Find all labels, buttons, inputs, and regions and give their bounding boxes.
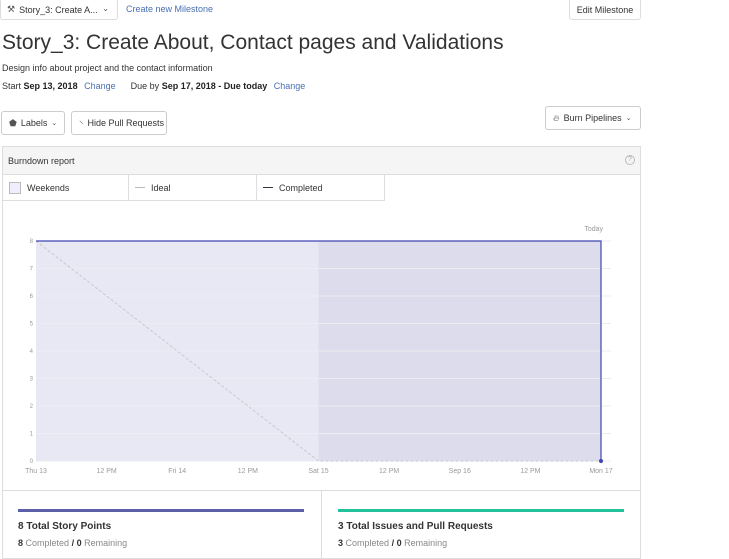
story-points-completed-count: 8 xyxy=(18,538,24,548)
issues-total: 3 Total Issues and Pull Requests xyxy=(338,521,493,532)
story-points-total: 8 Total Story Points xyxy=(18,521,112,532)
legend-completed-label: Completed xyxy=(279,182,323,193)
due-label: Due by xyxy=(130,81,160,91)
legend-ideal-label: Ideal xyxy=(151,182,171,193)
y-tick-label: 6 xyxy=(30,294,34,300)
legend-completed[interactable]: Completed xyxy=(257,174,385,201)
due-date: Sep 17, 2018 - Due today xyxy=(161,81,268,91)
chevron-down-icon: ⌄ xyxy=(625,115,632,122)
today-label: Today xyxy=(584,226,603,233)
separator: / xyxy=(71,538,75,548)
x-tick-label: 12 PM xyxy=(520,468,540,475)
x-tick-label: Sep 16 xyxy=(449,468,471,475)
top-bar: ⚒ Story_3: Create A... ⌄ Create new Mile… xyxy=(0,0,729,20)
panel-title: Burndown report xyxy=(8,156,75,166)
completed-line-swatch xyxy=(263,187,273,188)
issues-completed-count: 3 xyxy=(338,538,344,548)
x-tick-label: 12 PM xyxy=(238,468,258,475)
burn-pipelines-button[interactable]: 🔥︎ Burn Pipelines ⌄ xyxy=(545,106,641,130)
today-point xyxy=(599,459,603,463)
change-start-link[interactable]: Change xyxy=(84,81,116,91)
y-tick-label: 0 xyxy=(30,459,34,465)
story-points-completed-label: Completed xyxy=(25,538,70,548)
x-tick-label: Thu 13 xyxy=(25,468,47,475)
milestone-select[interactable]: ⚒ Story_3: Create A... ⌄ xyxy=(0,0,118,20)
x-tick-label: 12 PM xyxy=(379,468,399,475)
page-title: Story_3: Create About, Contact pages and… xyxy=(2,31,504,54)
hide-pull-requests-button[interactable]: ⸌ Hide Pull Requests xyxy=(71,111,167,135)
story-points-remaining-count: 0 xyxy=(76,538,82,548)
labels-button[interactable]: ⬟ Labels ⌄ xyxy=(1,111,65,135)
tag-icon: ⬟ xyxy=(9,117,17,128)
issues-summary: 3 Total Issues and Pull Requests 3 Compl… xyxy=(338,491,624,559)
edit-milestone-button[interactable]: Edit Milestone xyxy=(569,0,641,20)
help-icon[interactable]: ? xyxy=(625,155,635,165)
story-points-breakdown: 8 Completed / 0 Remaining xyxy=(18,538,127,548)
milestone-icon: ⚒ xyxy=(7,4,16,14)
change-due-link[interactable]: Change xyxy=(274,81,306,91)
y-tick-label: 1 xyxy=(30,432,34,438)
story-points-remaining-label: Remaining xyxy=(84,538,128,548)
separator: / xyxy=(391,538,395,548)
x-tick-label: 12 PM xyxy=(97,468,117,475)
chevron-down-icon: ⌄ xyxy=(51,120,58,127)
x-tick-label: Fri 14 xyxy=(168,468,186,475)
story-points-progress-bar xyxy=(18,509,304,512)
flame-icon: 🔥︎ xyxy=(553,112,560,123)
pull-request-icon: ⸌ xyxy=(79,118,84,129)
issues-progress-bar xyxy=(338,509,624,512)
start-date: Sep 13, 2018 xyxy=(23,81,78,91)
burndown-chart: 0 1 2 3 4 5 6 7 8 Thu 13 12 PM Fri 14 12 PM Sat 15 12 … xyxy=(25,226,613,475)
chevron-down-icon: ⌄ xyxy=(102,4,109,13)
y-tick-label: 7 xyxy=(30,267,34,273)
y-tick-label: 3 xyxy=(30,377,34,383)
weekend-swatch xyxy=(9,181,21,194)
labels-button-label: Labels xyxy=(20,118,48,128)
issues-completed-label: Completed xyxy=(345,538,390,548)
milestone-select-label: Story_3: Create A... xyxy=(19,4,98,15)
x-tick-label: Mon 17 xyxy=(589,468,612,475)
y-tick-label: 2 xyxy=(30,404,34,410)
y-tick-label: 8 xyxy=(30,239,34,245)
burn-pipelines-label: Burn Pipelines xyxy=(563,113,622,123)
milestone-dates: Start Sep 13, 2018 Change Due by Sep 17,… xyxy=(2,81,305,91)
issues-breakdown: 3 Completed / 0 Remaining xyxy=(338,538,447,548)
y-tick-label: 5 xyxy=(30,322,34,328)
issues-remaining-count: 0 xyxy=(396,538,402,548)
panel-header: Burndown report ? xyxy=(3,147,640,175)
legend-weekends-label: Weekends xyxy=(27,182,70,193)
chart-legend: Weekends Ideal Completed xyxy=(2,174,385,201)
story-points-summary: 8 Total Story Points 8 Completed / 0 Rem… xyxy=(18,491,304,559)
summary-column-divider xyxy=(321,491,322,559)
x-tick-label: Sat 15 xyxy=(308,468,328,475)
ideal-line-swatch xyxy=(135,187,145,188)
legend-weekends[interactable]: Weekends xyxy=(2,174,129,201)
hide-pull-requests-label: Hide Pull Requests xyxy=(87,118,165,128)
create-milestone-link[interactable]: Create new Milestone xyxy=(126,4,213,14)
y-tick-label: 4 xyxy=(30,349,34,355)
milestone-description: Design info about project and the contac… xyxy=(2,63,213,73)
start-label: Start xyxy=(2,81,22,91)
legend-ideal[interactable]: Ideal xyxy=(129,174,257,201)
issues-remaining-label: Remaining xyxy=(404,538,448,548)
